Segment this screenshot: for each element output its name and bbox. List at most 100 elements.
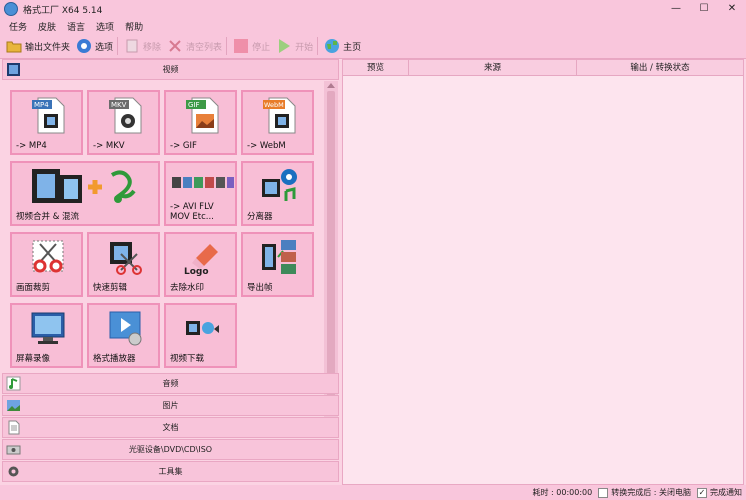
app-icon — [4, 2, 18, 16]
picture-icon — [7, 400, 20, 411]
function-panel: 视频 MP4 -> MP4 MKV -> MKV GIF -> GIF WebM… — [2, 59, 339, 485]
category-document[interactable]: 文档 — [2, 417, 339, 438]
mkv-file-icon: MKV — [109, 97, 142, 134]
column-source[interactable]: 来源 — [409, 60, 577, 76]
tile-avi-flv-mov[interactable]: -> AVI FLV MOV Etc... — [164, 161, 237, 226]
window-title: 格式工厂 X64 5.14 — [23, 5, 103, 16]
quick-clip-icon — [110, 242, 142, 275]
toolbar: 输出文件夹 选项 移除 清空列表 停止 开始 主页 — [0, 34, 746, 59]
category-video[interactable]: 视频 — [2, 59, 339, 80]
menu-help[interactable]: 帮助 — [125, 20, 143, 33]
tile-crop[interactable]: 画面裁剪 — [10, 232, 83, 297]
film-icon — [7, 63, 20, 76]
menu-options[interactable]: 选项 — [96, 20, 114, 33]
tile-export-frames-label: 导出帧 — [247, 283, 273, 293]
formats-icon — [172, 177, 234, 188]
tile-quick-clip[interactable]: 快速剪辑 — [87, 232, 160, 297]
clear-list-button[interactable]: 清空列表 — [167, 36, 228, 56]
menu-language[interactable]: 语言 — [67, 20, 85, 33]
category-image-label: 图片 — [162, 401, 179, 410]
tile-mkv[interactable]: MKV -> MKV — [87, 90, 160, 155]
close-button[interactable]: ✕ — [718, 0, 746, 18]
category-image[interactable]: 图片 — [2, 395, 339, 416]
task-list[interactable]: 预览 来源 输出 / 转换状态 — [342, 59, 744, 485]
tile-export-frames[interactable]: 导出帧 — [241, 232, 314, 297]
notify-checkbox[interactable] — [697, 487, 707, 498]
gear-icon — [8, 466, 19, 477]
tile-player[interactable]: 格式播放器 — [87, 303, 160, 368]
folder-icon — [6, 41, 22, 53]
menu-task[interactable]: 任务 — [9, 20, 27, 33]
after-done-checkbox[interactable] — [598, 487, 609, 498]
tile-mp4[interactable]: MP4 -> MP4 — [10, 90, 83, 155]
stop-button[interactable]: 停止 — [233, 36, 270, 56]
tile-gif-label: -> GIF — [170, 141, 197, 151]
output-folder-label: 输出文件夹 — [25, 42, 71, 53]
column-output-status[interactable]: 输出 / 转换状态 — [577, 60, 743, 76]
tile-video-download[interactable]: 视频下载 — [164, 303, 237, 368]
minimize-button[interactable]: — — [662, 0, 690, 18]
home-button[interactable]: 主页 — [324, 36, 361, 56]
category-audio[interactable]: 音频 — [2, 373, 339, 394]
tile-remove-watermark-label: 去除水印 — [170, 283, 205, 293]
notify-label: 完成通知 — [710, 488, 742, 497]
scissors-icon — [32, 240, 64, 273]
category-tools[interactable]: 工具集 — [2, 461, 339, 482]
category-tools-label: 工具集 — [158, 467, 183, 476]
monitor-icon — [31, 312, 65, 344]
svg-text:GIF: GIF — [188, 101, 200, 109]
play-icon — [279, 39, 291, 53]
menu-skin[interactable]: 皮肤 — [38, 20, 56, 33]
category-audio-label: 音频 — [162, 379, 179, 388]
tile-player-label: 格式播放器 — [93, 354, 136, 364]
tile-mp4-label: -> MP4 — [16, 141, 47, 151]
home-label: 主页 — [343, 42, 362, 53]
title-bar: 格式工厂 X64 5.14 — ☐ ✕ — [0, 0, 746, 18]
toolbar-divider — [117, 37, 119, 55]
clear-icon — [169, 40, 181, 52]
category-document-label: 文档 — [162, 423, 179, 432]
svg-text:WebM: WebM — [264, 101, 284, 109]
globe-icon — [325, 39, 340, 53]
options-label: 选项 — [95, 42, 114, 53]
mp4-file-icon: MP4 — [32, 97, 65, 134]
options-button[interactable]: 选项 — [76, 36, 119, 56]
tile-gif[interactable]: GIF -> GIF — [164, 90, 237, 155]
category-video-label: 视频 — [162, 65, 179, 74]
tile-remove-watermark[interactable]: Logo 去除水印 — [164, 232, 237, 297]
remove-button[interactable]: 移除 — [124, 36, 161, 56]
output-folder-button[interactable]: 输出文件夹 — [6, 36, 70, 56]
tile-quick-clip-label: 快速剪辑 — [93, 283, 128, 293]
menu-bar: 任务 皮肤 语言 选项 帮助 — [0, 18, 746, 34]
toolbar-divider — [317, 37, 319, 55]
tile-screen-record-label: 屏幕录像 — [16, 354, 51, 364]
remove-icon — [126, 39, 138, 53]
category-disc-label: 光驱设备\DVD\CD\ISO — [128, 445, 213, 454]
gif-file-icon: GIF — [186, 97, 219, 134]
stop-label: 停止 — [252, 42, 271, 53]
svg-text:MKV: MKV — [111, 101, 127, 109]
column-preview[interactable]: 预览 — [343, 60, 409, 76]
download-icon — [186, 321, 219, 335]
scroll-up-arrow-icon[interactable] — [327, 83, 335, 88]
disc-drive-icon — [6, 445, 21, 455]
tile-merge[interactable]: 视频合并 & 混流 — [10, 161, 160, 226]
maximize-button[interactable]: ☐ — [690, 0, 718, 18]
category-disc[interactable]: 光驱设备\DVD\CD\ISO — [2, 439, 339, 460]
tile-webm-label: -> WebM — [247, 141, 286, 151]
stop-icon — [234, 39, 249, 53]
tile-webm[interactable]: WebM -> WebM — [241, 90, 314, 155]
svg-text:Logo: Logo — [184, 267, 209, 276]
clear-list-label: 清空列表 — [186, 42, 223, 53]
status-bar: 耗时 : 00:00:00 转换完成后 : 关闭电脑 完成通知 — [0, 485, 746, 500]
player-icon — [109, 311, 142, 346]
after-done-label: 转换完成后 : 关闭电脑 — [611, 488, 691, 497]
scroll-thumb[interactable] — [327, 91, 335, 413]
tile-splitter[interactable]: 分离器 — [241, 161, 314, 226]
svg-text:MP4: MP4 — [34, 101, 49, 109]
tile-avi-flv-mov-label: -> AVI FLV MOV Etc... — [170, 202, 214, 222]
remove-label: 移除 — [143, 42, 162, 53]
start-button[interactable]: 开始 — [276, 36, 319, 56]
tile-screen-record[interactable]: 屏幕录像 — [10, 303, 83, 368]
tile-mkv-label: -> MKV — [93, 141, 125, 151]
